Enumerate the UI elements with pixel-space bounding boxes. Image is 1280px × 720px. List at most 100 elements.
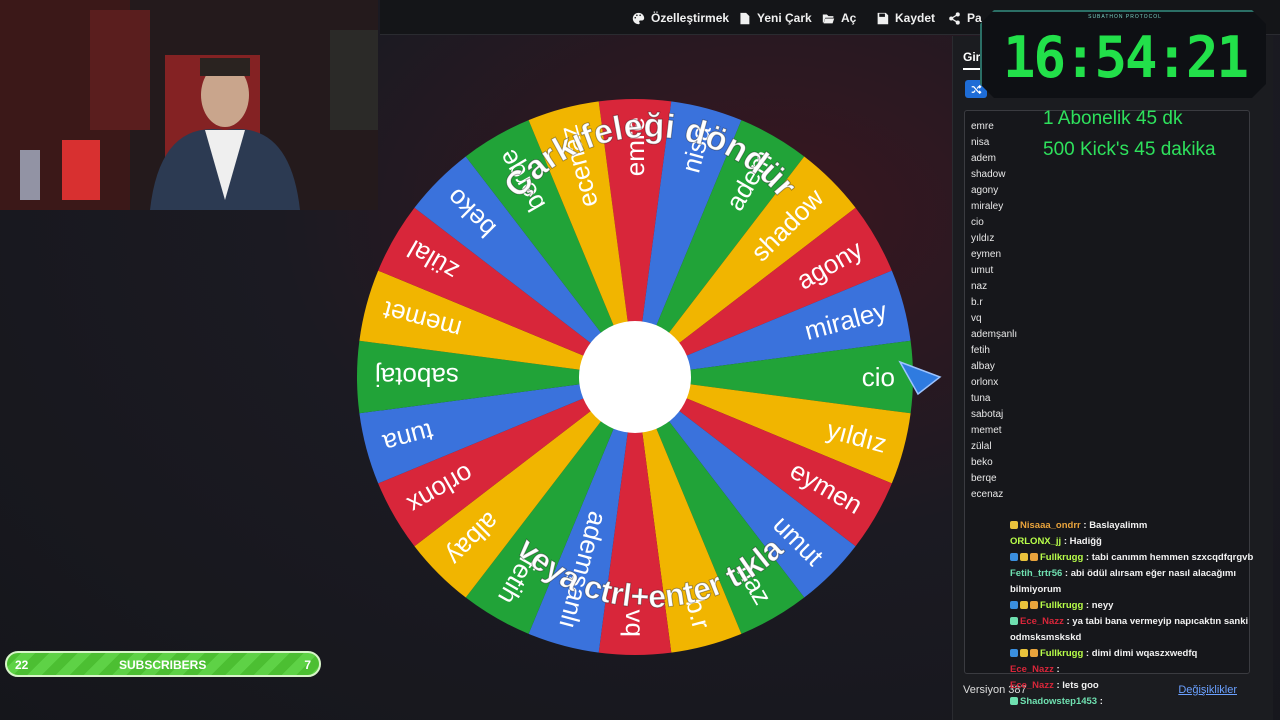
name-entry: tuna xyxy=(971,393,991,404)
chat-badge-icon xyxy=(1010,601,1018,609)
chat-badge-icon xyxy=(1010,697,1018,705)
chat-separator: : xyxy=(1062,568,1071,579)
name-entry: b.r xyxy=(971,297,983,308)
name-entry: ecenaz xyxy=(971,489,1004,500)
chat-username[interactable]: Fullkrugg xyxy=(1040,648,1083,659)
chat-message: Fetih_trtr56 : abi ödül alırsam eğer nas… xyxy=(1010,566,1272,598)
name-entry: yıldız xyxy=(971,233,995,244)
chat-message: Ece_Nazz : lets goo xyxy=(1010,678,1272,694)
chat-separator: : xyxy=(1097,696,1103,707)
open-button[interactable]: Aç xyxy=(822,9,856,27)
chat-username[interactable]: Shadowstep1453 xyxy=(1020,696,1097,707)
chat-badge-icon xyxy=(1010,617,1018,625)
chat-text: Hadiğğ xyxy=(1069,536,1102,547)
chat-badge-icon xyxy=(1020,601,1028,609)
subscribers-goal: 7 xyxy=(304,658,311,672)
webcam-scene xyxy=(0,0,378,210)
chat-badge-icon xyxy=(1020,553,1028,561)
name-entry: ademşanlı xyxy=(971,329,1018,340)
folder-open-icon xyxy=(822,13,835,23)
shuffle-icon xyxy=(971,84,982,94)
name-entry: naz xyxy=(971,281,988,292)
chat-message: ORLONX_jj : Hadiğğ xyxy=(1010,534,1272,550)
name-entry: memet xyxy=(971,425,1002,436)
chat-badge-icon xyxy=(1020,649,1028,657)
chat-text: tabi canımm hemmen szxcqdfqrgvb xyxy=(1091,552,1254,563)
name-entry: sabotaj xyxy=(971,409,1004,420)
name-entry: miraley xyxy=(971,201,1004,212)
file-icon xyxy=(740,12,750,24)
share-button[interactable]: Pa xyxy=(948,9,982,27)
chat-text: Baslayalimm xyxy=(1089,520,1148,531)
chat-badge-icon xyxy=(1010,521,1018,529)
chat-separator: : xyxy=(1053,664,1060,675)
wheel-stage: emre nisa adem shadow agony miraley cio yıldız e… xyxy=(340,80,960,680)
chat-separator: : xyxy=(1061,536,1070,547)
name-entry: eymen xyxy=(971,249,1002,260)
share-icon xyxy=(949,11,960,25)
chat-badge-icon xyxy=(1010,553,1018,561)
chat-message: Ece_Nazz : ya tabi bana vermeyip napıcak… xyxy=(1010,614,1272,646)
wheel-center[interactable] xyxy=(579,321,691,433)
chat-separator: : xyxy=(1083,648,1092,659)
tab-entries[interactable]: Gir xyxy=(963,50,981,70)
chat-username[interactable]: Nisaaa_ondrr xyxy=(1020,520,1081,531)
webcam-overlay xyxy=(0,0,378,210)
chat-badge-icon xyxy=(1030,649,1038,657)
chat-text: neyy xyxy=(1091,600,1114,611)
chat-username[interactable]: ORLONX_jj xyxy=(1010,536,1061,547)
chat-message: Fullkrugg : tabi canımm hemmen szxcqdfqr… xyxy=(1010,550,1272,566)
chat-text: dimi dimi wqaszxwedfq xyxy=(1091,648,1198,659)
spin-wheel[interactable]: emre nisa ademshadowagonymiraleycioyıldıze… xyxy=(340,80,960,680)
new-wheel-label: Yeni Çark xyxy=(757,11,812,25)
chat-overlay: Nisaaa_ondrr : Baslayalimm ORLONX_jj : Ha… xyxy=(1010,518,1272,710)
subathon-timer: SUBATHON PROTOCOL 16:54:21 xyxy=(980,10,1266,98)
chat-text: lets goo xyxy=(1062,680,1099,691)
name-entry: shadow xyxy=(971,169,1006,180)
name-entry: albay xyxy=(971,361,995,372)
subathon-rule-1: 1 Abonelik 45 dk xyxy=(1043,108,1183,129)
chat-username[interactable]: Fullkrugg xyxy=(1040,600,1083,611)
share-label: Pa xyxy=(967,11,982,25)
timer-time: 16:54:21 xyxy=(1002,24,1249,91)
save-button[interactable]: Kaydet xyxy=(876,9,935,27)
customize-button[interactable]: Özelleştirmek xyxy=(632,9,729,27)
name-entry: zülal xyxy=(971,441,992,452)
subscribers-goal-bar: 22 SUBSCRIBERS 7 xyxy=(5,651,321,677)
subathon-rule-2: 500 Kick's 45 dakika xyxy=(1043,139,1216,160)
new-wheel-button[interactable]: Yeni Çark xyxy=(738,9,812,27)
name-entry: umut xyxy=(971,265,994,276)
chat-message: Ece_Nazz : xyxy=(1010,662,1272,678)
save-icon xyxy=(877,12,889,24)
wheel-segment-label: sabotaj xyxy=(375,362,459,392)
chat-username[interactable]: Ece_Nazz xyxy=(1010,664,1054,675)
save-label: Kaydet xyxy=(895,11,936,25)
chat-username[interactable]: Fetih_trtr56 xyxy=(1010,568,1062,579)
name-entry: beko xyxy=(971,457,993,468)
open-label: Aç xyxy=(841,11,857,25)
chat-separator: : xyxy=(1083,552,1092,563)
chat-badge-icon xyxy=(1010,649,1018,657)
wheel-segment-label: cio xyxy=(862,362,895,392)
subscribers-current: 22 xyxy=(15,658,29,672)
chat-username[interactable]: Ece_Nazz xyxy=(1010,680,1054,691)
names-list: emre nisa adem shadow agony miraley cio yıldız e… xyxy=(965,111,1249,503)
chat-separator: : xyxy=(1083,600,1092,611)
chat-message: Nisaaa_ondrr : Baslayalimm xyxy=(1010,518,1272,534)
customize-label: Özelleştirmek xyxy=(651,11,730,25)
chat-badge-icon xyxy=(1030,553,1038,561)
chat-separator: : xyxy=(1080,520,1090,531)
name-entry: vq xyxy=(971,313,982,324)
chat-message: Fullkrugg : neyy xyxy=(1010,598,1272,614)
palette-icon xyxy=(632,12,645,24)
subscribers-label: SUBSCRIBERS xyxy=(119,658,207,672)
name-entry: agony xyxy=(971,185,999,196)
chat-message: Fullkrugg : dimi dimi wqaszxwedfq xyxy=(1010,646,1272,662)
chat-message: Shadowstep1453 : xyxy=(1010,694,1272,710)
chat-username[interactable]: Ece_Nazz xyxy=(1020,616,1064,627)
timer-label: SUBATHON PROTOCOL xyxy=(1088,14,1162,20)
chat-username[interactable]: Fullkrugg xyxy=(1040,552,1083,563)
name-entry: orlonx xyxy=(971,377,999,388)
chat-badge-icon xyxy=(1030,601,1038,609)
name-entry: fetih xyxy=(971,345,990,356)
